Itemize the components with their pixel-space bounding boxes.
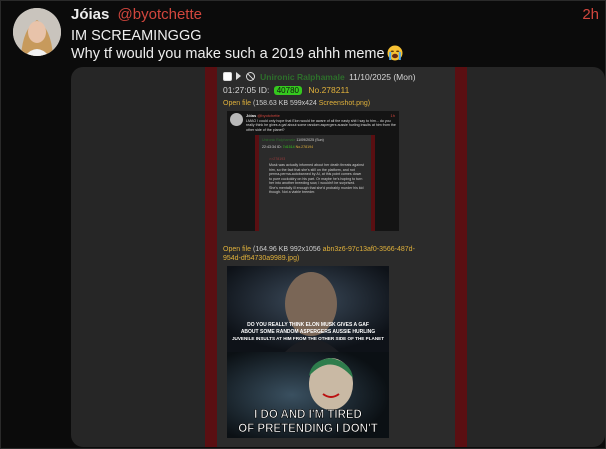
open-file-link-2[interactable]: Open file — [223, 246, 251, 253]
post-time-stamp: 01:27:05 — [223, 85, 257, 95]
post-number[interactable]: No.278211 — [308, 85, 349, 95]
post-text-line-2: Why tf would you make such a 2019 ahhh m… — [71, 45, 403, 63]
post-text-line-1: IM SCREAMINGGG — [71, 28, 202, 44]
meme-top-caption-3: JUVENILE INSULTS AT HIM FROM THE OTHER S… — [232, 336, 384, 341]
inner-quote-link: >>278193 — [269, 157, 286, 161]
expand-arrow-icon[interactable] — [236, 72, 242, 80]
file-meta-2: (164.96 KB 992x1056 — [252, 246, 321, 253]
post-date: 11/10/2025 (Mon) — [349, 72, 416, 82]
open-file-link-1[interactable]: Open file — [223, 100, 251, 107]
left-border — [205, 67, 217, 447]
post-meta-row: Unironic Ralphamale 11/10/2025 (Mon) — [223, 72, 416, 82]
meme-bottom-caption-1: I DO AND I'M TIRED — [254, 409, 362, 421]
post-text: IM SCREAMINGGG Why tf would you make suc… — [71, 27, 403, 63]
post-header: Jóias @byotchette — [71, 6, 202, 24]
inner-id-row: 22:43:34 ID: 7d1514 No.278194 — [262, 145, 314, 149]
file-info-1: Open file (158.63 KB 599x424 Screenshot.… — [223, 99, 370, 108]
tweet-post: Jóias @byotchette 2h IM SCREAMINGGG Why … — [0, 0, 606, 449]
inner-body-text: Musk was actually informed about her dea… — [269, 163, 364, 194]
attached-image[interactable]: Unironic Ralphamale 11/10/2025 (Mon) 01:… — [71, 67, 605, 447]
poster-id-badge[interactable]: 40780 — [273, 86, 302, 95]
id-label: ID: — [258, 85, 270, 95]
meme-bottom-caption-2: OF PRETENDING I DON'T — [238, 423, 377, 435]
screenshot-text: LMAO I could only hope that Elon would b… — [246, 119, 396, 132]
screenshot-inner-post: Unironic Ralphamale 11/09/2025 (Sun) 22:… — [255, 135, 375, 231]
post-time[interactable]: 2h — [582, 6, 599, 23]
file-info-2: Open file (164.96 KB 992x1056 abn3z6-97c… — [223, 245, 423, 263]
poster-name: Unironic Ralphamale — [260, 72, 345, 82]
display-name[interactable]: Jóias — [71, 6, 109, 23]
loudly-crying-face-icon — [387, 45, 403, 61]
file-meta-1: (158.63 KB 599x424 — [252, 100, 317, 107]
avatar — [230, 113, 243, 126]
avatar[interactable] — [13, 8, 61, 56]
screenshot-header: Jóias @byotchette — [246, 113, 280, 118]
inner-meta-row: Unironic Ralphamale 11/09/2025 (Sun) — [262, 138, 324, 142]
user-handle[interactable]: @byotchette — [118, 6, 202, 23]
meme-top-caption-1: DO YOU REALLY THINK ELON MUSK GIVES A GA… — [247, 322, 369, 328]
embedded-screenshot[interactable]: Jóias @byotchette 1h LMAO I could only h… — [227, 111, 399, 231]
imageboard-post: Unironic Ralphamale 11/10/2025 (Mon) 01:… — [217, 67, 455, 447]
post-id-row: 01:27:05 ID: 40780 No.278211 — [223, 85, 349, 95]
checkbox[interactable] — [223, 72, 232, 81]
hide-post-icon[interactable] — [245, 72, 255, 81]
file-name-1[interactable]: Screenshot.png) — [319, 100, 370, 107]
meme-top-caption-2: ABOUT SOME RANDOM ASPERGERS AUSSIE HURLI… — [241, 329, 375, 335]
screenshot-time: 1h — [390, 113, 395, 118]
right-border — [455, 67, 467, 447]
meme-image[interactable]: DO YOU REALLY THINK ELON MUSK GIVES A GA… — [227, 266, 389, 438]
